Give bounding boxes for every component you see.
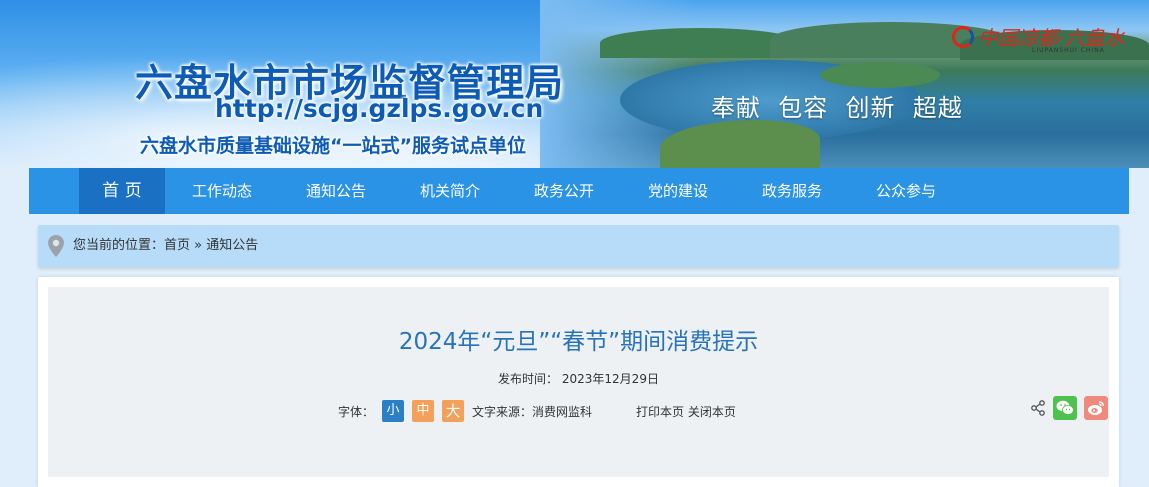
- nav-item-work-news[interactable]: 工作动态: [165, 168, 279, 214]
- nav-item-government-services[interactable]: 政务服务: [735, 168, 849, 214]
- article-title: 2024年“元旦”“春节”期间消费提示: [398, 329, 759, 355]
- city-logo-small-text: LIUPANSHUI CHINA: [1032, 47, 1105, 54]
- font-medium-button[interactable]: 中: [412, 400, 435, 422]
- weibo-share-button[interactable]: [1084, 396, 1108, 420]
- font-large-button[interactable]: 大: [442, 400, 465, 422]
- nav-item-party-building[interactable]: 党的建设: [621, 168, 735, 214]
- nav-item-about[interactable]: 机关简介: [393, 168, 507, 214]
- print-page-link[interactable]: 打印本页: [636, 405, 684, 419]
- slogan: 奉献 包容 创新 超越: [711, 94, 963, 122]
- location-pin-icon: [48, 235, 64, 257]
- font-size-label: 字体：: [338, 404, 375, 419]
- wechat-share-button[interactable]: [1053, 396, 1077, 420]
- article-tools: 字体： 小 中 大 文字来源：消费网监科 打印本页 关闭本页: [338, 399, 736, 423]
- weibo-icon: [1088, 401, 1105, 415]
- source-text: 文字来源：消费网监科: [472, 403, 592, 420]
- close-page-link[interactable]: 关闭本页: [688, 405, 736, 419]
- nav-item-home[interactable]: 首 页: [79, 168, 165, 214]
- publish-date: 发布时间： 2023年12月29日: [48, 370, 1109, 387]
- publish-date-value: 2023年12月29日: [561, 372, 659, 386]
- site-url: http://scjg.gzlps.gov.cn: [215, 94, 544, 123]
- nav-item-notices[interactable]: 通知公告: [279, 168, 393, 214]
- print-close-links: 打印本页 关闭本页: [636, 403, 736, 420]
- article-header: 2024年“元旦”“春节”期间消费提示 发布时间： 2023年12月29日 字体…: [48, 287, 1109, 477]
- publish-date-label: 发布时间：: [498, 372, 559, 386]
- source-label: 文字来源：: [472, 404, 533, 419]
- breadcrumb: 您当前的位置：首页 » 通知公告: [38, 225, 1119, 267]
- breadcrumb-text: 您当前的位置：首页 » 通知公告: [73, 225, 258, 267]
- nav-item-government-affairs[interactable]: 政务公开: [507, 168, 621, 214]
- article-card: 2024年“元旦”“春节”期间消费提示 发布时间： 2023年12月29日 字体…: [38, 277, 1119, 487]
- header-banner: 六盘水市市场监督管理局 http://scjg.gzlps.gov.cn 六盘水…: [0, 0, 1149, 168]
- site-subtitle: 六盘水市质量基础设施“一站式”服务试点单位: [140, 135, 526, 157]
- breadcrumb-current-link[interactable]: 通知公告: [206, 238, 258, 253]
- font-small-button[interactable]: 小: [382, 400, 405, 422]
- share-bar: [1030, 396, 1108, 420]
- source-value: 消费网监科: [532, 404, 593, 419]
- wechat-icon: [1056, 400, 1074, 415]
- main-nav: 首 页 工作动态 通知公告 机关简介 政务公开 党的建设 政务服务 公众参与: [29, 168, 1129, 214]
- breadcrumb-home-link[interactable]: 首页: [164, 238, 190, 253]
- breadcrumb-separator: »: [194, 238, 203, 253]
- share-icon[interactable]: [1030, 400, 1046, 416]
- breadcrumb-prefix: 您当前的位置：: [73, 238, 165, 253]
- city-logo-icon: [952, 26, 974, 48]
- city-logo[interactable]: 中国凉都·六盘水 LIUPANSHUI CHINA: [950, 20, 1130, 56]
- nav-item-public-participation[interactable]: 公众参与: [849, 168, 963, 214]
